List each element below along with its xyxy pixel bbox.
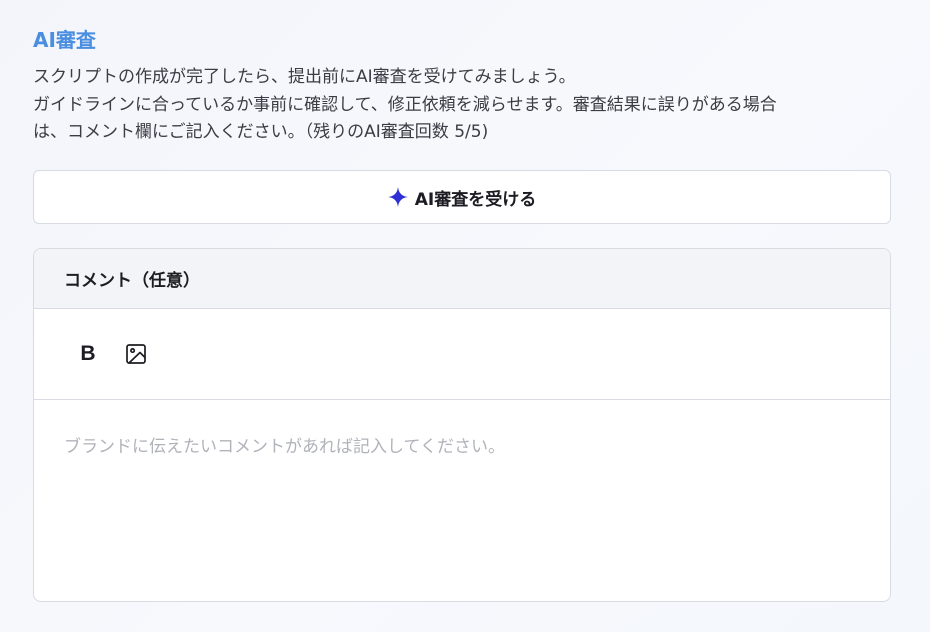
section-title: AI審査: [33, 28, 96, 52]
comment-box: コメント（任意） B ブランドに伝えたいコメントがあれば記入してください。: [33, 248, 891, 602]
description-line-1: スクリプトの作成が完了したら、提出前にAI審査を受けてみましょう。: [33, 67, 576, 87]
comment-editor[interactable]: ブランドに伝えたいコメントがあれば記入してください。: [34, 400, 890, 601]
editor-toolbar: B: [34, 309, 890, 400]
comment-placeholder: ブランドに伝えたいコメントがあれば記入してください。: [64, 437, 505, 457]
insert-image-button[interactable]: [120, 338, 152, 370]
comment-header-label: コメント（任意）: [64, 271, 200, 291]
description-line-2: ガイドラインに合っているか事前に確認して、修正依頼を減らせます。審査結果に誤りが…: [33, 94, 777, 115]
section-description: スクリプトの作成が完了したら、提出前にAI審査を受けてみましょう。 ガイドライン…: [33, 64, 891, 147]
comment-header: コメント（任意）: [34, 249, 890, 309]
ai-review-button-label: AI審査を受ける: [414, 189, 537, 210]
bold-icon: B: [80, 342, 96, 365]
bold-button[interactable]: B: [72, 338, 104, 370]
image-icon: [126, 344, 146, 364]
description-line-3: は、コメント欄にご記入ください。（残りのAI審査回数 5/5): [33, 122, 489, 142]
ai-review-button[interactable]: AI審査を受ける: [33, 170, 891, 224]
sparkle-icon: [387, 187, 408, 207]
